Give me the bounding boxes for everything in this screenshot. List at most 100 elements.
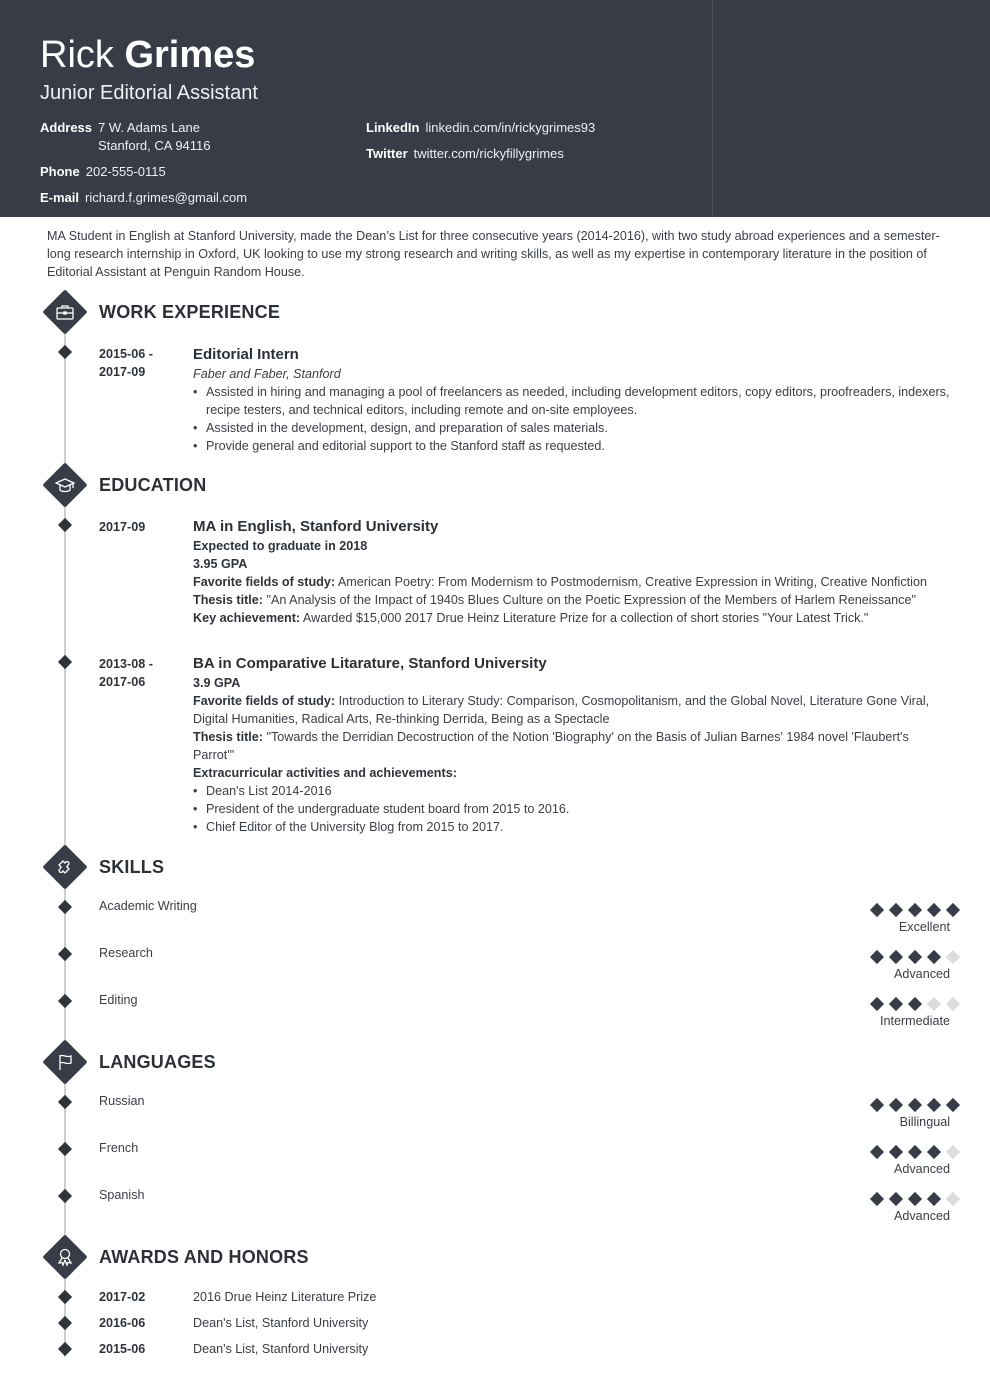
rating-pip-filled — [926, 1191, 942, 1207]
fields-value: American Poetry: From Modernism to Postm… — [337, 575, 927, 589]
last-name: Grimes — [124, 34, 256, 76]
contact-email: E-mail richard.f.grimes@gmail.com — [40, 189, 247, 207]
puzzle-piece-icon — [51, 853, 79, 881]
twitter-link[interactable]: twitter.com/rickyfillygrimes — [414, 146, 564, 161]
fields-of-study: Favorite fields of study: American Poetr… — [193, 573, 953, 591]
briefcase-icon — [51, 298, 79, 326]
timeline-dot — [57, 517, 73, 533]
list-item: Dean's List 2014-2016 — [193, 782, 953, 800]
email-link[interactable]: richard.f.grimes@gmail.com — [85, 190, 247, 205]
achievement-value: Awarded $15,000 2017 Drue Heinz Literatu… — [302, 611, 869, 625]
rating-pip-filled — [869, 949, 885, 965]
thesis: Thesis title: "Towards the Derridian Dec… — [193, 728, 953, 764]
timeline-dot — [57, 1315, 73, 1331]
timeline-dot — [57, 946, 73, 962]
timeline-dot — [57, 1141, 73, 1157]
skill-name: Research — [99, 946, 153, 960]
gpa: 3.95 GPA — [193, 557, 248, 571]
thesis-label: Thesis title: — [193, 730, 263, 744]
language-name: Spanish — [99, 1188, 145, 1202]
rating-pip-filled — [888, 1144, 904, 1160]
timeline-dot — [57, 654, 73, 670]
timeline-dot — [57, 1094, 73, 1110]
twitter-label: Twitter — [366, 146, 408, 161]
contact-linkedin: LinkedIn linkedin.com/in/rickygrimes93 — [366, 119, 595, 137]
timeline-dot — [57, 1341, 73, 1357]
rating-pip-filled — [888, 1191, 904, 1207]
achievement-label: Key achievement: — [193, 611, 301, 625]
graduation-cap-icon — [51, 471, 79, 499]
rating-pip-filled — [869, 996, 885, 1012]
thesis-value: "An Analysis of the Impact of 1940s Blue… — [266, 593, 916, 607]
work-bullets: Assisted in hiring and managing a pool o… — [193, 383, 953, 455]
date-end: 2017-09 — [99, 365, 146, 379]
rating-pip-empty — [945, 1144, 961, 1160]
award-name: Dean's List, Stanford University — [193, 1316, 369, 1330]
award-name: 2016 Drue Heinz Literature Prize — [193, 1290, 377, 1304]
rating-pip-filled — [888, 902, 904, 918]
rating-pip-filled — [869, 1144, 885, 1160]
section-title-skills: SKILLS — [99, 857, 165, 877]
skill-rating — [850, 902, 961, 918]
timeline-dot — [57, 344, 73, 360]
candidate-name: Rick Grimes — [40, 33, 255, 77]
timeline-dot — [57, 899, 73, 915]
contact-twitter: Twitter twitter.com/rickyfillygrimes — [366, 145, 564, 163]
extracurricular-label: Extracurricular activities and achieveme… — [193, 766, 457, 780]
section-title-education: EDUCATION — [99, 475, 207, 495]
award-date: 2016-06 — [99, 1316, 146, 1330]
list-item: Assisted in hiring and managing a pool o… — [193, 383, 953, 419]
graduation-note: Expected to graduate in 2018 — [193, 539, 368, 553]
rating-pip-filled — [926, 1097, 942, 1113]
fields-of-study: Favorite fields of study: Introduction t… — [193, 692, 953, 728]
list-item: President of the undergraduate student b… — [193, 800, 953, 818]
skill-level: Intermediate — [879, 1014, 950, 1028]
timeline-dot — [57, 993, 73, 1009]
linkedin-label: LinkedIn — [366, 120, 420, 135]
linkedin-link[interactable]: linkedin.com/in/rickygrimes93 — [425, 120, 595, 135]
degree-title: BA in Comparative Litarature, Stanford U… — [193, 655, 547, 672]
award-name: Dean's List, Stanford University — [193, 1342, 369, 1356]
date-end: 2017-06 — [99, 675, 146, 689]
rating-pip-empty — [945, 949, 961, 965]
skill-level: Advanced — [893, 967, 950, 981]
award-date: 2017-02 — [99, 1290, 146, 1304]
company-name: Faber and Faber, Stanford — [193, 367, 341, 381]
rating-pip-filled — [888, 949, 904, 965]
rating-pip-empty — [926, 996, 942, 1012]
education-date: 2013-08 - 2017-06 — [99, 655, 153, 691]
list-item: Chief Editor of the University Blog from… — [193, 818, 953, 836]
rating-pip-filled — [869, 1097, 885, 1113]
summary-paragraph: MA Student in English at Stanford Univer… — [47, 229, 940, 279]
language-rating — [850, 1097, 961, 1113]
rating-pip-filled — [869, 1191, 885, 1207]
section-title-languages: LANGUAGES — [99, 1052, 216, 1072]
phone-value: 202-555-0115 — [85, 164, 166, 179]
list-item: Assisted in the development, design, and… — [193, 419, 953, 437]
work-date: 2015-06 - 2017-09 — [99, 345, 153, 381]
address-label: Address — [40, 120, 93, 135]
phone-label: Phone — [40, 164, 80, 179]
language-rating — [850, 1191, 961, 1207]
address-line1: 7 W. Adams Lane — [98, 120, 200, 135]
address-line2: Stanford, CA 94116 — [98, 138, 211, 153]
rating-pip-empty — [945, 1191, 961, 1207]
email-label: E-mail — [40, 190, 80, 205]
rating-pip-filled — [926, 949, 942, 965]
degree-title: MA in English, Stanford University — [193, 518, 439, 535]
section-title-work: WORK EXPERIENCE — [99, 302, 281, 322]
date-start: 2015-06 - — [99, 347, 153, 361]
education-date: 2017-09 — [99, 520, 146, 534]
award-date: 2015-06 — [99, 1342, 146, 1356]
language-level: Advanced — [893, 1162, 950, 1176]
rating-pip-filled — [907, 1191, 923, 1207]
education-entry: MA in English, Stanford University Expec… — [193, 517, 953, 627]
rating-pip-filled — [907, 996, 923, 1012]
resume-header: Rick Grimes Junior Editorial Assistant A… — [0, 0, 990, 217]
thesis-value: "Towards the Derridian Decostruction of … — [193, 730, 909, 762]
fields-label: Favorite fields of study: — [193, 575, 336, 589]
rating-pip-filled — [926, 902, 942, 918]
skill-level: Excellent — [898, 920, 950, 934]
flag-icon — [51, 1048, 79, 1076]
contact-address: Address 7 W. Adams Lane Stanford, CA 9411… — [40, 119, 211, 155]
